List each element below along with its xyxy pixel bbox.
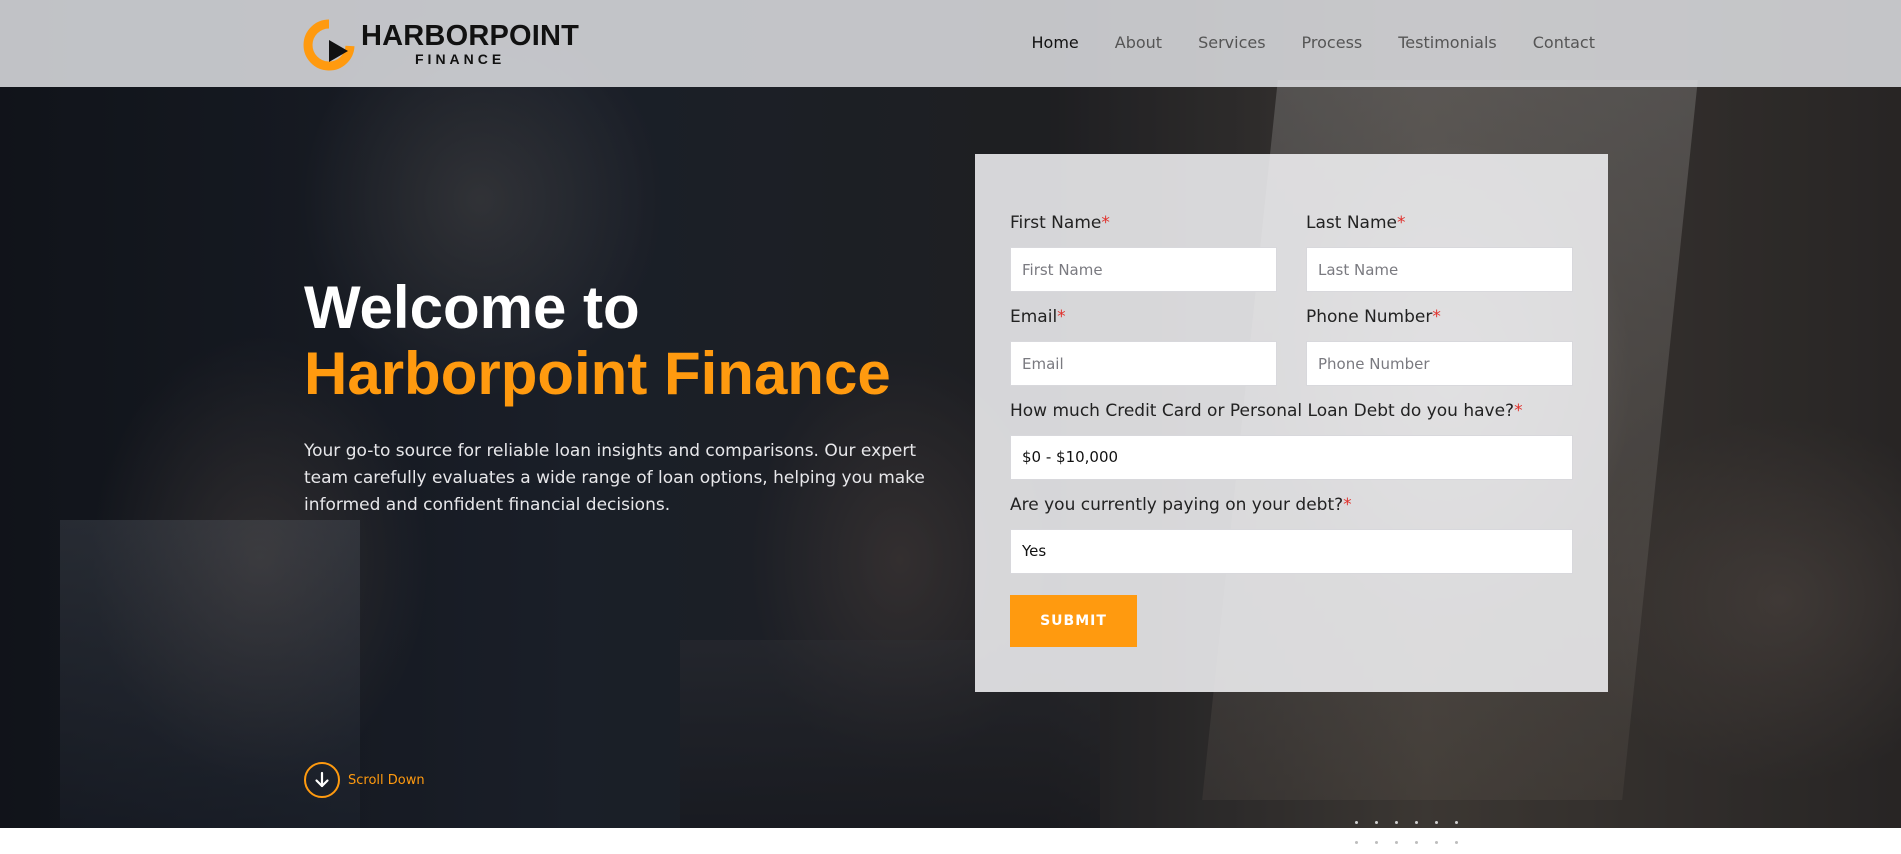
- last-name-input[interactable]: [1306, 247, 1573, 292]
- decorative-dot: [1395, 841, 1398, 844]
- paying-debt-select[interactable]: Yes: [1010, 529, 1573, 574]
- decorative-dot: [1415, 821, 1418, 824]
- debt-amount-label-text: How much Credit Card or Personal Loan De…: [1010, 401, 1515, 421]
- decorative-dot: [1455, 821, 1458, 824]
- decorative-dot: [1375, 841, 1378, 844]
- last-name-label: Last Name*: [1306, 212, 1405, 234]
- decorative-dot-grid: [1355, 819, 1465, 849]
- decorative-dot: [1355, 821, 1358, 824]
- email-label: Email*: [1010, 306, 1066, 328]
- main-nav: Home About Services Process Testimonials…: [996, 33, 1595, 53]
- top-navbar: HARBORPOINT FINANCE Home About Services …: [0, 0, 1901, 87]
- nav-item-services[interactable]: Services: [1198, 33, 1265, 53]
- debt-amount-label: How much Credit Card or Personal Loan De…: [1010, 400, 1523, 422]
- first-name-label-text: First Name: [1010, 213, 1102, 233]
- paying-debt-label: Are you currently paying on your debt?*: [1010, 494, 1352, 516]
- phone-label: Phone Number*: [1306, 306, 1441, 328]
- scroll-down-link[interactable]: Scroll Down: [304, 762, 425, 798]
- nav-item-contact[interactable]: Contact: [1533, 33, 1595, 53]
- brand-subtitle: FINANCE: [415, 51, 506, 67]
- brand-logo[interactable]: HARBORPOINT FINANCE: [303, 18, 579, 71]
- hero-overlay: [0, 0, 1901, 828]
- lead-form: First Name* Last Name* Email* Phone Numb…: [975, 154, 1608, 692]
- decorative-dot: [1355, 841, 1358, 844]
- arrow-down-icon: [315, 771, 329, 788]
- last-name-label-text: Last Name: [1306, 213, 1397, 233]
- required-asterisk: *: [1057, 307, 1066, 327]
- required-asterisk: *: [1396, 213, 1406, 233]
- nav-item-home[interactable]: Home: [1032, 33, 1079, 53]
- scroll-down-label: Scroll Down: [348, 772, 425, 788]
- decorative-dot: [1415, 841, 1418, 844]
- email-input[interactable]: [1010, 341, 1277, 386]
- arrow-down-circle-icon: [304, 762, 340, 798]
- debt-amount-select[interactable]: $0 - $10,000: [1010, 435, 1573, 480]
- hero-headline: Welcome to Harborpoint Finance: [304, 275, 891, 407]
- headline-line-2: Harborpoint Finance: [304, 340, 891, 407]
- decorative-dot: [1455, 841, 1458, 844]
- first-name-label: First Name*: [1010, 212, 1110, 234]
- phone-label-text: Phone Number: [1306, 307, 1433, 327]
- required-asterisk: *: [1514, 401, 1523, 421]
- required-asterisk: *: [1432, 307, 1441, 327]
- submit-button[interactable]: SUBMIT: [1010, 595, 1137, 647]
- nav-item-about[interactable]: About: [1115, 33, 1162, 53]
- required-asterisk: *: [1101, 213, 1110, 233]
- hero-description: Your go-to source for reliable loan insi…: [304, 441, 925, 515]
- decorative-dot: [1395, 821, 1398, 824]
- hero-section: Welcome to Harborpoint Finance Your go-t…: [0, 0, 1901, 828]
- nav-item-testimonials[interactable]: Testimonials: [1398, 33, 1497, 53]
- required-asterisk: *: [1343, 495, 1352, 515]
- paying-debt-label-text: Are you currently paying on your debt?: [1010, 495, 1344, 515]
- nav-item-process[interactable]: Process: [1302, 33, 1363, 53]
- email-label-text: Email: [1010, 307, 1058, 327]
- first-name-input[interactable]: [1010, 247, 1277, 292]
- play-circle-logo-icon: [303, 19, 355, 71]
- decorative-dot: [1435, 841, 1438, 844]
- phone-input[interactable]: [1306, 341, 1573, 386]
- decorative-dot: [1435, 821, 1438, 824]
- decorative-dot: [1375, 821, 1378, 824]
- headline-line-1: Welcome to: [304, 274, 640, 341]
- brand-name: HARBORPOINT: [361, 20, 580, 52]
